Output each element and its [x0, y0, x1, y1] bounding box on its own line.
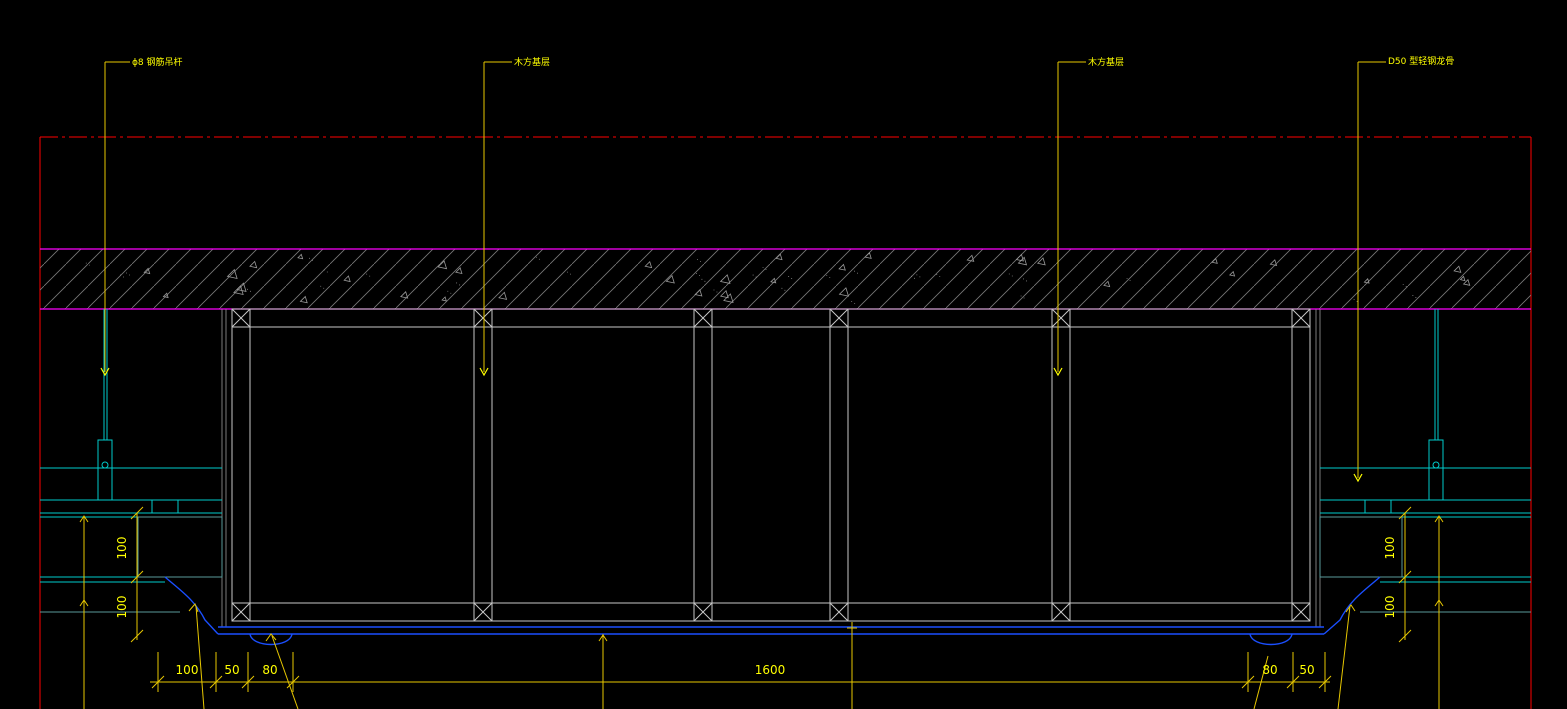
side-cladding [221, 309, 1321, 627]
dim-height-left-upper: 100 [115, 537, 129, 560]
drawing-boundary [39, 136, 1532, 709]
dim-width-50-left: 50 [224, 663, 239, 677]
horizontal-dimension-chain [150, 652, 1332, 692]
dim-width-80-left: 80 [262, 663, 277, 677]
dim-height-right-lower: 100 [1383, 596, 1397, 619]
concrete-slab [40, 248, 1531, 310]
dim-width-80-right: 80 [1262, 663, 1277, 677]
wood-base-frame [231, 308, 1311, 622]
dim-width-1600: 1600 [755, 663, 786, 677]
rod-callout: ϕ8 钢筋吊杆 [132, 56, 183, 68]
ceiling-section-drawing: ϕ8 钢筋吊杆 木方基层 木方基层 D50 型轻钢龙骨 100 100 100 … [39, 55, 1532, 709]
wood-base-callout-right: 木方基层 [1088, 56, 1124, 68]
ceiling-lines [40, 467, 1531, 613]
dim-height-right-upper: 100 [1383, 537, 1397, 560]
finish-layer [164, 576, 1381, 646]
leader-arrowheads [100, 367, 1363, 483]
vertical-dimension-lines [130, 506, 1412, 643]
dim-height-left-lower: 100 [115, 596, 129, 619]
hanger-rods [97, 309, 1444, 514]
elevation-markers [79, 515, 1444, 709]
wood-base-callout-left: 木方基层 [514, 56, 550, 68]
dim-width-100: 100 [176, 663, 199, 677]
dim-width-50-right: 50 [1299, 663, 1314, 677]
keel-callout: D50 型轻钢龙骨 [1388, 55, 1454, 67]
